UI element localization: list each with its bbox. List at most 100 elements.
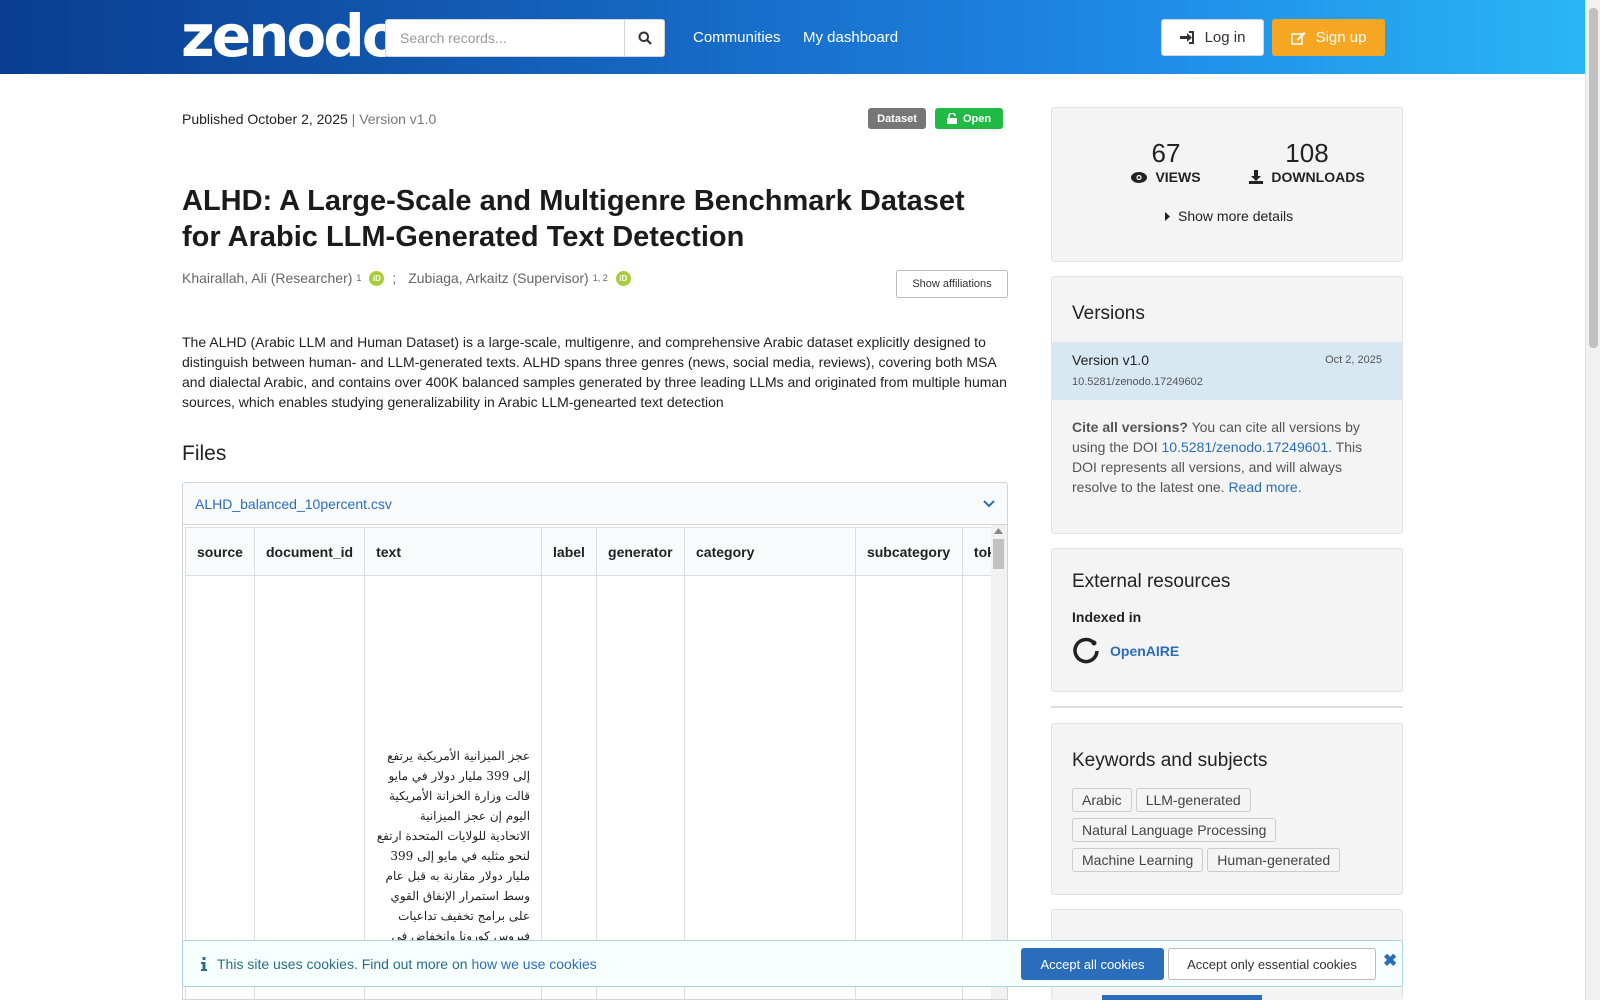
page-scroll-thumb[interactable] <box>1589 8 1598 348</box>
table-header-row: source document_id text label generator … <box>185 527 1007 576</box>
sidebar-divider <box>1051 706 1403 708</box>
cookie-text: This site uses cookies. Find out more on <box>217 955 472 972</box>
accept-all-cookies-button[interactable]: Accept all cookies <box>1021 948 1164 980</box>
close-icon[interactable]: ✖ <box>1383 951 1397 971</box>
accept-essential-cookies-button[interactable]: Accept only essential cookies <box>1168 948 1376 980</box>
record-description: The ALHD (Arabic LLM and Human Dataset) … <box>182 334 1007 410</box>
keyword-list: Arabic LLM-generated Natural Language Pro… <box>1072 788 1392 878</box>
cite-all-versions: Cite all versions? You can cite all vers… <box>1072 417 1387 497</box>
scroll-up-arrow-icon[interactable] <box>994 528 1003 534</box>
cookie-banner: This site uses cookies. Find out more on… <box>182 940 1403 987</box>
keywords-card: Keywords and subjects Arabic LLM-generate… <box>1051 723 1403 895</box>
version-item[interactable]: Version v1.0 Oct 2, 2025 10.5281/zenodo.… <box>1052 342 1402 400</box>
keywords-heading: Keywords and subjects <box>1072 750 1268 771</box>
search-button[interactable] <box>624 19 665 57</box>
versions-card: Versions Version v1.0 Oct 2, 2025 10.528… <box>1051 276 1403 534</box>
version-doi: 10.5281/zenodo.17249602 <box>1072 376 1203 388</box>
table-cell: عجز الميزانية الأمريكية يرتفع إلى 399 مل… <box>364 575 543 999</box>
downloads-label-row: DOWNLOADS <box>1242 169 1372 185</box>
cookie-policy-link[interactable]: how we use cookies <box>471 956 596 972</box>
column-header: label <box>541 527 598 576</box>
open-access-badge: Open <box>935 108 1003 129</box>
keyword-tag[interactable]: Arabic <box>1072 788 1132 812</box>
published-date: Published October 2, 2025 <box>182 111 348 127</box>
files-heading: Files <box>182 442 227 465</box>
table-cell <box>253 575 366 999</box>
sign-in-icon <box>1179 31 1194 44</box>
authors-list: Khairallah, Ali (Researcher) 1 iD; Zubiag… <box>182 270 635 286</box>
orcid-icon[interactable]: iD <box>369 270 385 286</box>
keyword-tag[interactable]: Human-generated <box>1207 848 1341 872</box>
cookie-message: This site uses cookies. Find out more on… <box>217 956 597 972</box>
orcid-icon[interactable]: iD <box>615 270 631 286</box>
table-cell <box>684 575 856 999</box>
publication-info: Published October 2, 2025 | Version v1.0 <box>182 111 436 127</box>
search-input[interactable]: Search records... <box>385 19 625 57</box>
column-header: document_id <box>253 527 366 576</box>
downloads-count: 108 <box>1285 138 1329 168</box>
concept-doi-link[interactable]: 10.5281/zenodo.17249601 <box>1162 439 1329 455</box>
arabic-text-cell: عجز الميزانية الأمريكية يرتفع إلى 399 مل… <box>376 749 531 943</box>
column-header: generator <box>596 527 685 576</box>
views-label: VIEWS <box>1155 169 1201 185</box>
author-name[interactable]: Zubiaga, Arkaitz (Supervisor) <box>408 270 589 286</box>
column-header: source <box>185 527 255 576</box>
views-stat: 67 VIEWS <box>1116 138 1216 185</box>
file-preview: source document_id text label generator … <box>182 525 1008 1000</box>
zenodo-logo[interactable]: zenodo <box>181 4 402 68</box>
chevron-down-icon[interactable] <box>983 499 995 508</box>
open-badge-label: Open <box>962 112 992 125</box>
table-row: عجز الميزانية الأمريكية يرتفع إلى 399 مل… <box>185 575 1007 999</box>
version-text: | Version v1.0 <box>351 111 437 127</box>
version-label[interactable]: Version v1.0 <box>1072 352 1149 368</box>
signup-label: Sign up <box>1315 29 1367 46</box>
indexed-in-label: Indexed in <box>1072 609 1142 625</box>
affiliation-number: 1 <box>356 273 362 283</box>
search-icon <box>638 31 652 45</box>
download-icon <box>1249 170 1264 184</box>
author-separator: ; <box>392 270 397 286</box>
caret-right-icon <box>1165 211 1170 221</box>
next-card-button-edge <box>1102 995 1262 1000</box>
record-title: ALHD: A Large-Scale and Multigenre Bench… <box>182 185 965 253</box>
preview-scroll-thumb[interactable] <box>993 539 1004 569</box>
affiliation-number: 1, 2 <box>592 273 608 283</box>
external-resources-heading: External resources <box>1072 571 1231 592</box>
downloads-stat: 108 DOWNLOADS <box>1242 138 1372 185</box>
top-navbar: zenodo Search records... Communities My … <box>0 0 1585 74</box>
versions-heading: Versions <box>1072 303 1145 324</box>
page-scrollbar[interactable] <box>1585 0 1600 1000</box>
file-accordion[interactable]: ALHD_balanced_10percent.csv <box>182 482 1008 525</box>
file-name[interactable]: ALHD_balanced_10percent.csv <box>195 496 392 512</box>
keyword-tag[interactable]: Machine Learning <box>1072 848 1204 872</box>
keyword-tag[interactable]: Natural Language Processing <box>1072 818 1277 842</box>
edit-icon <box>1290 31 1306 45</box>
openaire-label[interactable]: OpenAIRE <box>1110 643 1179 659</box>
views-label-row: VIEWS <box>1116 169 1216 185</box>
dataset-badge-label: Dataset <box>877 112 917 125</box>
show-affiliations-button[interactable]: Show affiliations <box>896 270 1008 298</box>
table-cell <box>185 575 255 999</box>
show-more-details-label: Show more details <box>1178 208 1294 224</box>
column-header: subcategory <box>854 527 963 576</box>
dataset-badge: Dataset <box>868 108 926 129</box>
info-icon <box>201 956 207 971</box>
unlock-icon <box>946 113 957 124</box>
version-date: Oct 2, 2025 <box>1325 354 1382 366</box>
table-cell <box>596 575 685 999</box>
eye-icon <box>1131 171 1148 183</box>
signup-button[interactable]: Sign up <box>1272 19 1385 56</box>
login-button[interactable]: Log in <box>1161 19 1264 56</box>
author-name[interactable]: Khairallah, Ali (Researcher) <box>182 270 352 286</box>
cite-bold: Cite all versions? <box>1072 419 1188 435</box>
openaire-link[interactable]: OpenAIRE <box>1072 637 1179 665</box>
preview-scrollbar[interactable] <box>991 525 1007 999</box>
read-more-link[interactable]: Read more. <box>1228 479 1301 495</box>
column-header: text <box>364 527 543 576</box>
keyword-tag[interactable]: LLM-generated <box>1135 788 1251 812</box>
nav-communities[interactable]: Communities <box>693 29 781 46</box>
show-more-details[interactable]: Show more details <box>1165 208 1293 224</box>
views-count: 67 <box>1151 138 1181 168</box>
login-label: Log in <box>1204 29 1246 46</box>
nav-my-dashboard[interactable]: My dashboard <box>803 29 898 46</box>
